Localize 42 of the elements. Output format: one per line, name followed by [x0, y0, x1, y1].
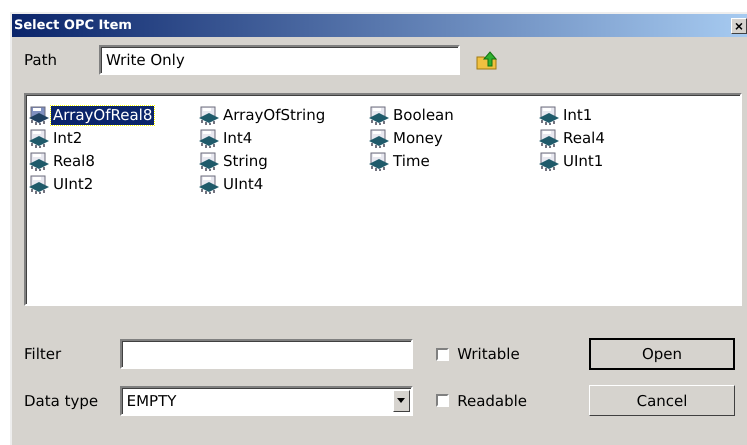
list-item[interactable]: ArrayOfReal8	[51, 106, 154, 125]
list-item[interactable]: String	[221, 152, 270, 171]
filter-label: Filter	[24, 345, 62, 363]
list-item[interactable]: Int4	[221, 129, 254, 148]
list-item[interactable]: Real8	[51, 152, 97, 171]
chip-icon	[28, 128, 50, 148]
chip-icon	[198, 106, 220, 126]
list-item[interactable]: UInt4	[221, 175, 266, 194]
writable-checkbox[interactable]: Writable	[436, 345, 590, 363]
chip-icon	[368, 152, 390, 172]
chip-icon	[368, 106, 390, 126]
list-item[interactable]: Time	[391, 152, 432, 171]
chip-icon	[538, 152, 560, 172]
chip-icon	[198, 152, 220, 172]
chip-icon	[368, 128, 390, 148]
cancel-button[interactable]: Cancel	[589, 385, 735, 416]
data-type-dropdown[interactable]: EMPTY	[120, 386, 413, 416]
path-label: Path	[24, 51, 58, 69]
close-button[interactable]: ×	[731, 18, 747, 34]
chip-icon	[198, 174, 220, 194]
path-field[interactable]: Write Only	[99, 45, 460, 75]
chip-icon	[28, 152, 50, 172]
folder-up-icon[interactable]	[476, 50, 498, 70]
list-item[interactable]: Int1	[561, 106, 594, 125]
readable-checkbox[interactable]: Readable	[436, 392, 590, 410]
window-title: Select OPC Item	[14, 18, 132, 33]
chip-icon	[28, 174, 50, 194]
list-item[interactable]: Money	[391, 129, 445, 148]
chip-icon	[198, 128, 220, 148]
list-item[interactable]: Boolean	[391, 106, 456, 125]
chip-icon	[538, 128, 560, 148]
list-item[interactable]: ArrayOfString	[221, 106, 328, 125]
chip-icon	[28, 106, 50, 126]
dropdown-arrow-icon	[397, 398, 406, 403]
open-button[interactable]: Open	[589, 338, 735, 370]
list-item[interactable]: Int2	[51, 129, 84, 148]
list-item[interactable]: Real4	[561, 129, 607, 148]
chip-icon	[538, 106, 560, 126]
list-item[interactable]: UInt1	[561, 152, 606, 171]
data-type-label: Data type	[24, 392, 100, 410]
list-item[interactable]: UInt2	[51, 175, 96, 194]
filter-field[interactable]	[120, 339, 413, 369]
